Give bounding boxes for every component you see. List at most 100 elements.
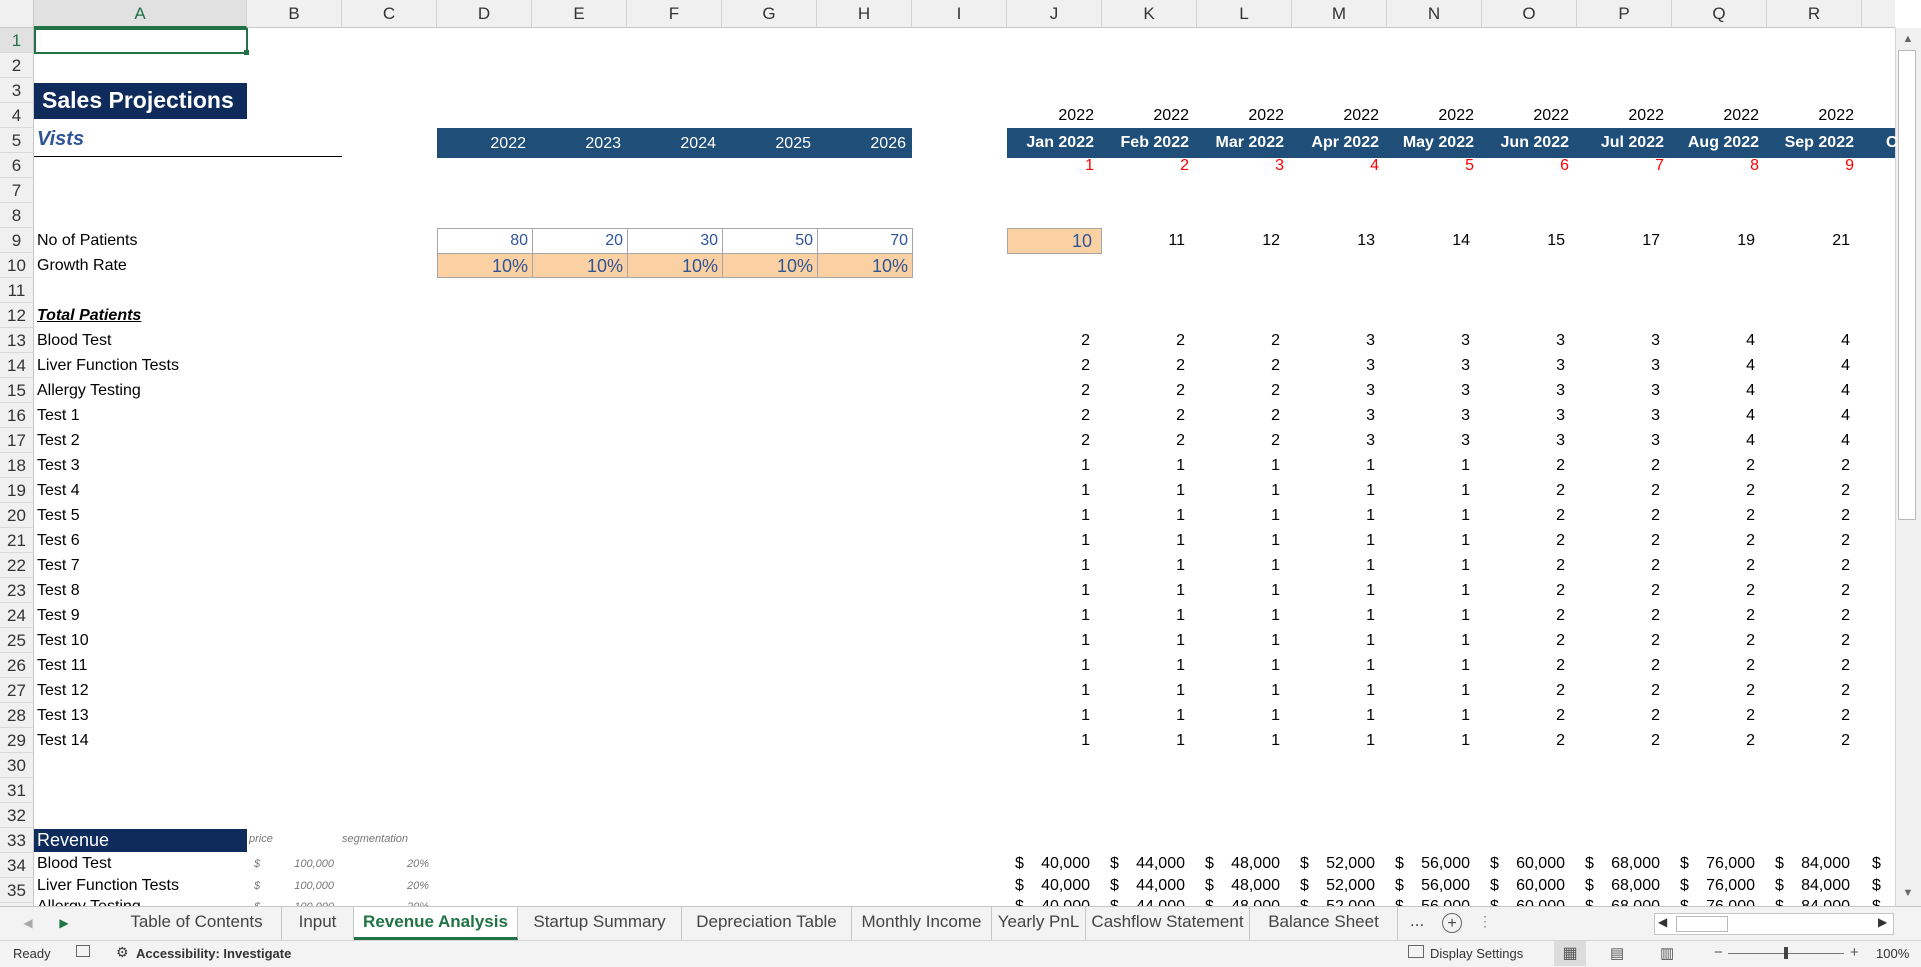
row-header-27[interactable]: 27 — [0, 678, 34, 703]
row-header-4[interactable]: 4 — [0, 103, 34, 128]
column-header-a[interactable]: A — [34, 0, 247, 28]
split-handle-icon[interactable]: ⋮ — [1478, 913, 1492, 930]
zoom-out-icon[interactable]: − — [1714, 944, 1723, 961]
test-count: 2 — [1651, 507, 1660, 524]
column-header-q[interactable]: Q — [1672, 0, 1767, 28]
display-settings-icon[interactable] — [1408, 945, 1424, 958]
row-header-2[interactable]: 2 — [0, 53, 34, 78]
normal-view-icon[interactable]: ▦ — [1554, 941, 1586, 966]
test-count: 1 — [1366, 632, 1375, 649]
month-header: Jan 2022 — [1026, 134, 1094, 151]
row-header-6[interactable]: 6 — [0, 153, 34, 178]
row-header-12[interactable]: 12 — [0, 303, 34, 328]
sheet-tab[interactable]: Yearly PnL — [992, 907, 1086, 940]
row-header-19[interactable]: 19 — [0, 478, 34, 503]
tab-scroll-left-icon[interactable]: ◀ — [20, 915, 36, 931]
row-header-1[interactable]: 1 — [0, 28, 34, 53]
row-header-18[interactable]: 18 — [0, 453, 34, 478]
row-header-14[interactable]: 14 — [0, 353, 34, 378]
select-all-corner[interactable] — [0, 0, 34, 28]
display-settings-label[interactable]: Display Settings — [1430, 946, 1523, 961]
test-name: Test 7 — [37, 557, 80, 574]
column-header-i[interactable]: I — [912, 0, 1007, 28]
sheet-tab[interactable]: Revenue Analysis — [354, 907, 518, 940]
row-header-10[interactable]: 10 — [0, 253, 34, 278]
column-header-f[interactable]: F — [627, 0, 722, 28]
row-header-22[interactable]: 22 — [0, 553, 34, 578]
column-header-c[interactable]: C — [342, 0, 437, 28]
row-header-7[interactable]: 7 — [0, 178, 34, 203]
column-header-p[interactable]: P — [1577, 0, 1672, 28]
more-tabs-button[interactable]: ... — [1410, 911, 1424, 931]
hscroll-left-icon[interactable]: ◀ — [1658, 915, 1667, 929]
row-header-17[interactable]: 17 — [0, 428, 34, 453]
tab-scroll-right-icon[interactable]: ▶ — [56, 915, 72, 931]
row-header-16[interactable]: 16 — [0, 403, 34, 428]
test-count: 3 — [1556, 432, 1565, 449]
revenue-value: 76,000 — [1706, 877, 1755, 894]
sheet-tab[interactable]: Table of Contents — [112, 907, 282, 940]
row-header-24[interactable]: 24 — [0, 603, 34, 628]
column-header-b[interactable]: B — [247, 0, 342, 28]
revenue-value: 84,000 — [1801, 855, 1850, 872]
sheet-tab[interactable]: Monthly Income Statement — [852, 907, 992, 961]
zoom-in-icon[interactable]: + — [1850, 944, 1859, 961]
column-header-n[interactable]: N — [1387, 0, 1482, 28]
row-header-29[interactable]: 29 — [0, 728, 34, 753]
column-header-k[interactable]: K — [1102, 0, 1197, 28]
hscroll-thumb[interactable] — [1676, 916, 1728, 932]
scroll-up-arrow-icon[interactable]: ▲ — [1899, 30, 1917, 48]
status-bar: Ready ⚙ Accessibility: Investigate Display … — [0, 940, 1921, 967]
row-header-3[interactable]: 3 — [0, 78, 34, 103]
column-header-r[interactable]: R — [1767, 0, 1862, 28]
add-sheet-icon[interactable]: + — [1442, 913, 1462, 933]
test-count: 3 — [1366, 432, 1375, 449]
macro-recorder-icon[interactable] — [76, 945, 90, 957]
selected-cell-a1[interactable] — [34, 28, 248, 54]
row-header-11[interactable]: 11 — [0, 278, 34, 303]
column-header-m[interactable]: M — [1292, 0, 1387, 28]
row-header-9[interactable]: 9 — [0, 228, 34, 253]
row-header-32[interactable]: 32 — [0, 803, 34, 828]
sheet-tab[interactable]: Depreciation Table — [682, 907, 852, 940]
sheet-tab[interactable]: Balance Sheet — [1250, 907, 1398, 940]
row-header-34[interactable]: 34 — [0, 853, 34, 878]
hscroll-right-icon[interactable]: ▶ — [1878, 915, 1887, 929]
test-count: 2 — [1651, 582, 1660, 599]
vertical-scroll-thumb[interactable] — [1898, 50, 1916, 520]
row-header-33[interactable]: 33 — [0, 828, 34, 853]
row-header-5[interactable]: 5 — [0, 128, 34, 153]
row-header-8[interactable]: 8 — [0, 203, 34, 228]
column-header-g[interactable]: G — [722, 0, 817, 28]
row-header-31[interactable]: 31 — [0, 778, 34, 803]
row-header-15[interactable]: 15 — [0, 378, 34, 403]
fill-handle[interactable] — [244, 50, 249, 55]
sheet-tab[interactable]: Cashflow Statement — [1086, 907, 1250, 940]
column-header-o[interactable]: O — [1482, 0, 1577, 28]
accessibility-status[interactable]: Accessibility: Investigate — [136, 946, 291, 961]
row-header-28[interactable]: 28 — [0, 703, 34, 728]
sheet-tab[interactable]: Input — [282, 907, 354, 940]
accessibility-icon[interactable]: ⚙ — [116, 944, 129, 961]
column-header-l[interactable]: L — [1197, 0, 1292, 28]
page-layout-view-icon[interactable]: ▤ — [1610, 944, 1624, 962]
column-header-d[interactable]: D — [437, 0, 532, 28]
zoom-slider-thumb[interactable] — [1784, 947, 1788, 959]
row-header-20[interactable]: 20 — [0, 503, 34, 528]
sheet-tab[interactable]: Startup Summary — [518, 907, 682, 940]
column-header-j[interactable]: J — [1007, 0, 1102, 28]
row-header-13[interactable]: 13 — [0, 328, 34, 353]
row-header-25[interactable]: 25 — [0, 628, 34, 653]
zoom-level[interactable]: 100% — [1876, 946, 1909, 961]
row-header-30[interactable]: 30 — [0, 753, 34, 778]
row-header-21[interactable]: 21 — [0, 528, 34, 553]
column-header-h[interactable]: H — [817, 0, 912, 28]
row-header-26[interactable]: 26 — [0, 653, 34, 678]
row-header-23[interactable]: 23 — [0, 578, 34, 603]
page-break-view-icon[interactable]: ▥ — [1660, 944, 1674, 962]
row-header-35[interactable]: 35 — [0, 878, 34, 903]
patients-monthly-value: 10 — [1071, 231, 1092, 251]
scroll-down-arrow-icon[interactable]: ▼ — [1899, 884, 1917, 902]
month-index: 4 — [1370, 157, 1379, 174]
column-header-e[interactable]: E — [532, 0, 627, 28]
